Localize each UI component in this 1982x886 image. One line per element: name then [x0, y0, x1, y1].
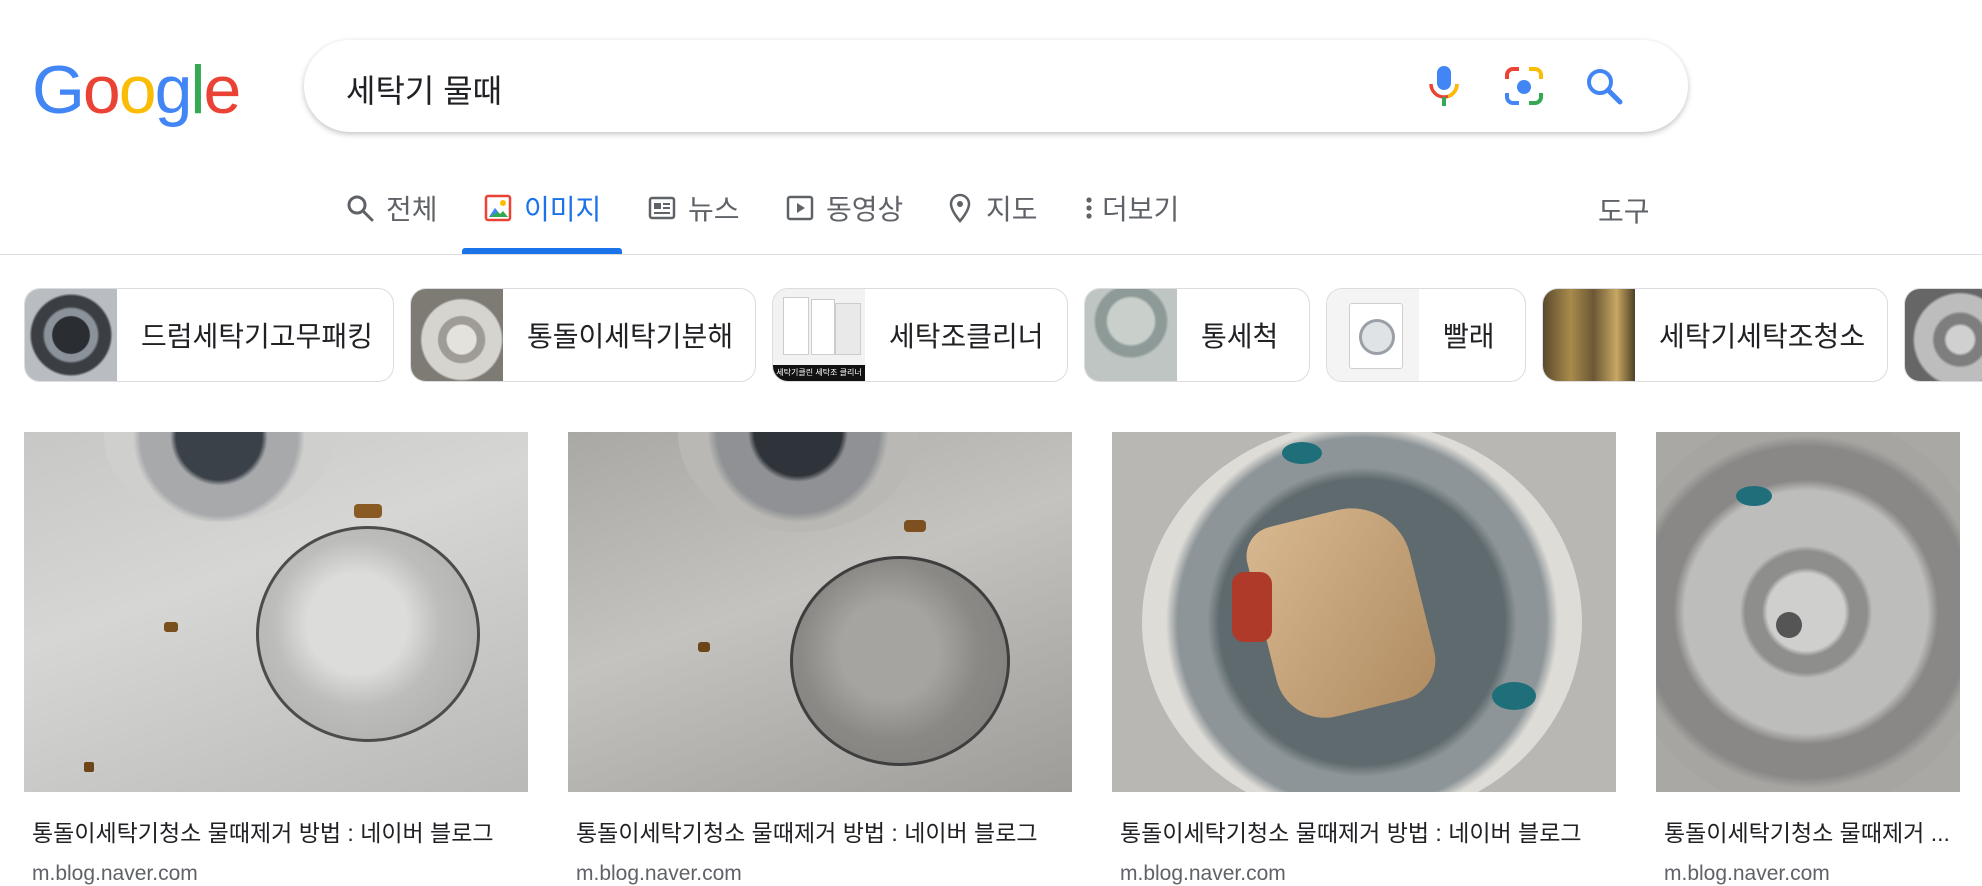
related-chip[interactable]: 통돌이세탁기분해 — [410, 288, 756, 382]
chip-thumbnail — [1905, 289, 1982, 381]
chip-thumbnail-caption: 세탁기클린 세탁조 클리너 — [773, 365, 865, 381]
result-title[interactable]: 통돌이세탁기청소 물때제거 방법 : 네이버 블로그 — [1112, 814, 1616, 848]
related-chip-partial[interactable] — [1904, 288, 1982, 382]
result-image[interactable] — [24, 432, 528, 792]
chip-label: 빨래 — [1443, 321, 1495, 352]
result-title[interactable]: 통돌이세탁기청소 물때제거 ... — [1656, 814, 1960, 848]
image-result[interactable]: 통돌이세탁기청소 물때제거 방법 : 네이버 블로그 m.blog.naver.… — [568, 432, 1072, 886]
tab-news[interactable]: 뉴스 — [646, 188, 740, 228]
result-source: m.blog.naver.com — [1120, 862, 1286, 885]
microphone-icon[interactable] — [1420, 62, 1468, 110]
news-icon — [646, 192, 678, 224]
result-image[interactable] — [1656, 432, 1960, 792]
tab-videos[interactable]: 동영상 — [784, 188, 903, 228]
tab-maps[interactable]: 지도 — [944, 188, 1038, 228]
tab-more[interactable]: 더보기 — [1082, 188, 1179, 228]
logo-letter: e — [203, 52, 242, 128]
chip-label: 세탁조클리너 — [889, 321, 1044, 352]
search-icon — [344, 192, 376, 224]
logo-letter: l — [190, 52, 205, 128]
related-chip[interactable]: 세탁기세탁조청소 — [1542, 288, 1888, 382]
search-input[interactable]: 세탁기 물때 — [346, 66, 502, 112]
related-chip[interactable]: 빨래 — [1326, 288, 1526, 382]
chip-label: 통돌이세탁기분해 — [527, 321, 734, 352]
tab-label: 동영상 — [826, 194, 904, 225]
chip-label: 통세척 — [1201, 321, 1279, 352]
chip-thumbnail — [25, 289, 117, 381]
logo-letter: G — [32, 52, 85, 128]
chip-thumbnail — [1327, 289, 1419, 381]
tab-label: 더보기 — [1102, 194, 1180, 225]
tab-images[interactable]: 이미지 — [482, 188, 601, 228]
image-icon — [482, 192, 514, 224]
tab-label: 이미지 — [524, 194, 602, 225]
active-tab-indicator — [462, 248, 622, 254]
chip-thumbnail — [1543, 289, 1635, 381]
result-title[interactable]: 통돌이세탁기청소 물때제거 방법 : 네이버 블로그 — [24, 814, 528, 848]
tab-label: 뉴스 — [688, 194, 740, 225]
related-chip[interactable]: 통세척 — [1084, 288, 1310, 382]
result-image[interactable] — [1112, 432, 1616, 792]
chip-label: 세탁기세탁조청소 — [1659, 321, 1866, 352]
related-chip[interactable]: 세탁기클린 세탁조 클리너 세탁조클리너 — [772, 288, 1068, 382]
search-box[interactable]: 세탁기 물때 — [304, 40, 1688, 132]
result-source: m.blog.naver.com — [32, 862, 198, 885]
chip-thumbnail: 세탁기클린 세탁조 클리너 — [773, 289, 865, 381]
tab-label: 지도 — [986, 194, 1038, 225]
tab-label: 전체 — [386, 194, 438, 225]
logo-letter: g — [154, 52, 193, 128]
logo-letter: o — [118, 52, 157, 128]
google-logo[interactable]: Google — [32, 56, 241, 124]
chip-label: 드럼세탁기고무패킹 — [141, 321, 373, 352]
result-title[interactable]: 통돌이세탁기청소 물때제거 방법 : 네이버 블로그 — [568, 814, 1072, 848]
search-tabs: 전체 이미지 뉴스 동영상 지도 더보기 도구 — [0, 160, 1982, 255]
result-source: m.blog.naver.com — [1664, 862, 1830, 885]
image-result[interactable]: 통돌이세탁기청소 물때제거 ... m.blog.naver.com — [1656, 432, 1960, 886]
map-pin-icon — [944, 192, 976, 224]
google-lens-icon[interactable] — [1500, 62, 1548, 110]
logo-letter: o — [82, 52, 121, 128]
chip-thumbnail — [411, 289, 503, 381]
tools-button[interactable]: 도구 — [1598, 190, 1650, 230]
tab-all[interactable]: 전체 — [344, 188, 438, 228]
result-image[interactable] — [568, 432, 1072, 792]
video-icon — [784, 192, 816, 224]
more-vert-icon — [1082, 192, 1096, 224]
related-chip[interactable]: 드럼세탁기고무패킹 — [24, 288, 394, 382]
image-result[interactable]: 통돌이세탁기청소 물때제거 방법 : 네이버 블로그 m.blog.naver.… — [1112, 432, 1616, 886]
search-icon[interactable] — [1580, 62, 1628, 110]
image-result[interactable]: 통돌이세탁기청소 물때제거 방법 : 네이버 블로그 m.blog.naver.… — [24, 432, 528, 886]
chip-thumbnail — [1085, 289, 1177, 381]
result-source: m.blog.naver.com — [576, 862, 742, 885]
